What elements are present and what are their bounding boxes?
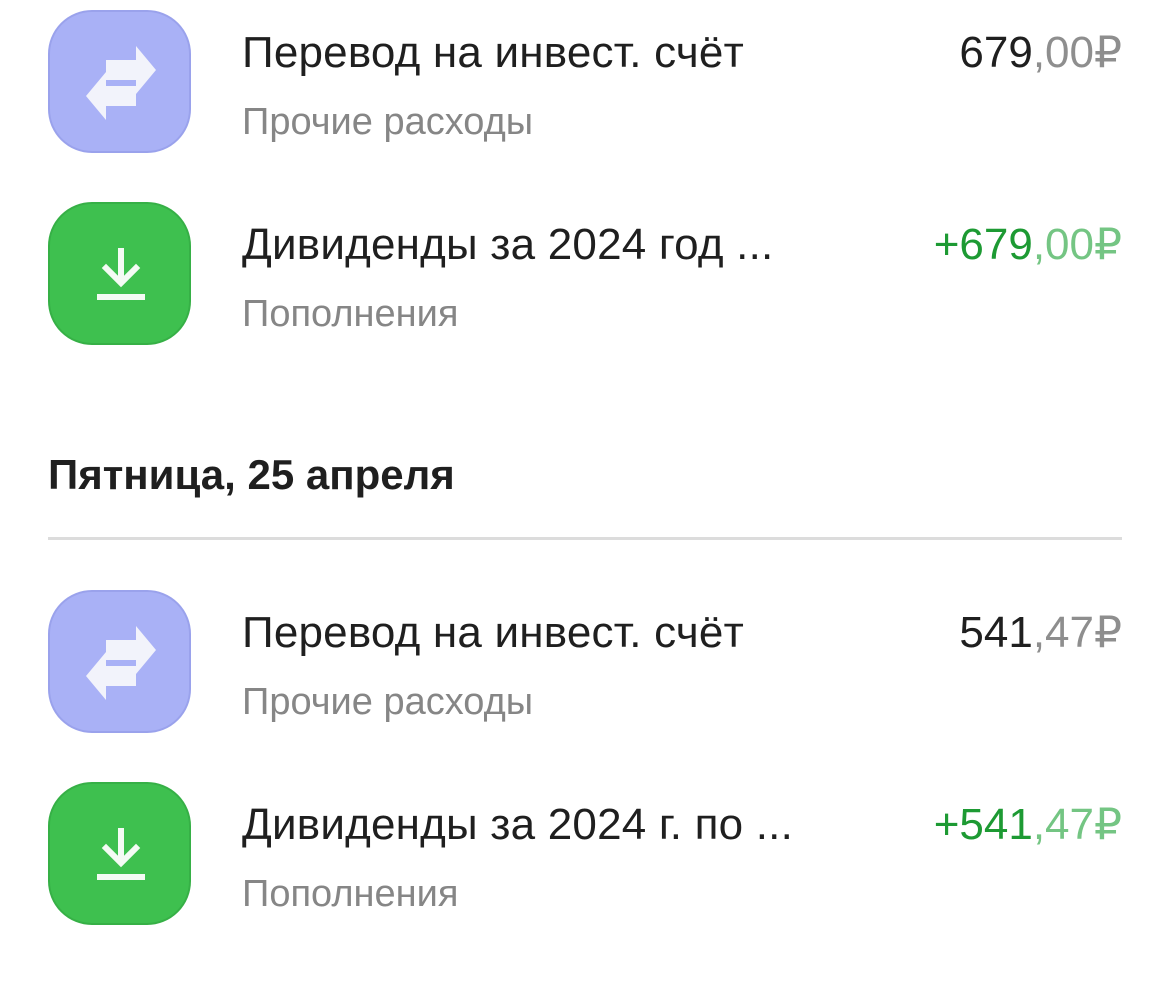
transaction-category: Пополнения	[242, 873, 459, 915]
download-arrow-icon	[48, 782, 191, 925]
transfer-arrows-icon	[48, 590, 191, 733]
transaction-title: Перевод на инвест. счёт	[242, 28, 744, 77]
transaction-category: Прочие расходы	[242, 681, 534, 723]
currency-symbol: ₽	[1094, 800, 1122, 849]
transaction-amount: +679,00₽	[934, 218, 1122, 272]
transaction-row[interactable]: Перевод на инвест. счёт Прочие расходы 5…	[48, 590, 1122, 734]
day-section-header: Пятница, 25 апреля	[48, 451, 455, 498]
download-arrow-icon	[48, 202, 191, 345]
transaction-title: Дивиденды за 2024 год ...	[242, 220, 774, 269]
amount-fraction: ,47	[1032, 800, 1094, 849]
section-divider	[48, 537, 1122, 540]
transfer-arrows-icon	[48, 10, 191, 153]
transaction-row[interactable]: Перевод на инвест. счёт Прочие расходы 6…	[48, 10, 1122, 154]
amount-integer: 541	[959, 608, 1033, 657]
transaction-amount: +541,47₽	[934, 798, 1122, 852]
amount-fraction: ,00	[1032, 28, 1094, 77]
amount-integer: +679	[933, 220, 1033, 269]
transaction-category: Пополнения	[242, 293, 459, 335]
transaction-category: Прочие расходы	[242, 101, 534, 143]
transaction-row[interactable]: Дивиденды за 2024 год ... Пополнения +67…	[48, 202, 1122, 346]
currency-symbol: ₽	[1094, 220, 1122, 269]
transaction-row[interactable]: Дивиденды за 2024 г. по ... Пополнения +…	[48, 782, 1122, 926]
transaction-amount: 679,00₽	[959, 26, 1122, 80]
amount-integer: 679	[959, 28, 1033, 77]
amount-fraction: ,00	[1032, 220, 1094, 269]
transaction-title: Перевод на инвест. счёт	[242, 608, 744, 657]
currency-symbol: ₽	[1094, 608, 1122, 657]
transaction-title: Дивиденды за 2024 г. по ...	[242, 800, 793, 849]
amount-integer: +541	[933, 800, 1033, 849]
transaction-amount: 541,47₽	[959, 606, 1122, 660]
currency-symbol: ₽	[1094, 28, 1122, 77]
amount-fraction: ,47	[1032, 608, 1094, 657]
